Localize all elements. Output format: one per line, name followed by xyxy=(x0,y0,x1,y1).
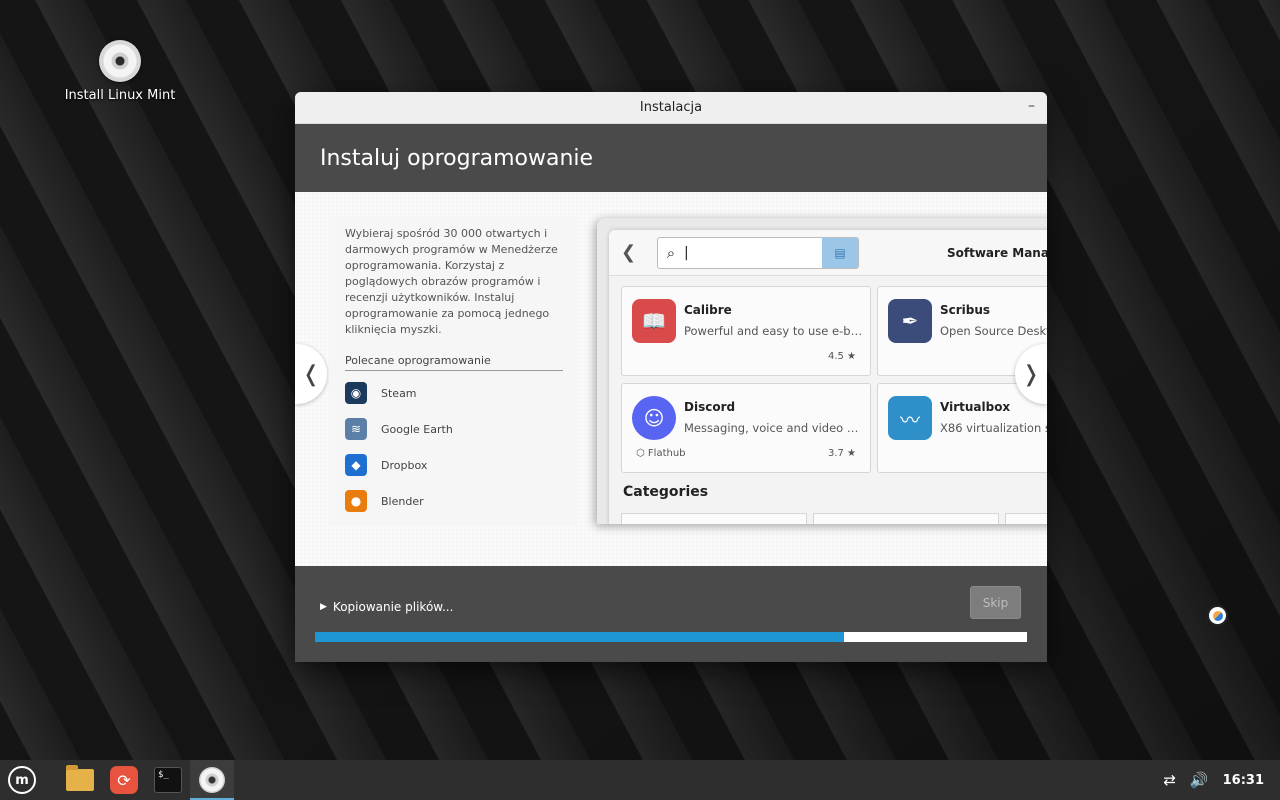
folder-icon xyxy=(66,765,94,791)
slide-info-panel: Wybieraj spośród 30 000 otwartych i darm… xyxy=(329,216,579,526)
app-rating: 3.7 ★ xyxy=(827,448,856,459)
app-description: Open Source Deskto xyxy=(940,324,1047,338)
featured-item-label: Blender xyxy=(381,494,424,508)
virtualbox-icon: 〰 xyxy=(888,396,932,440)
app-source: ⬡ Flathub xyxy=(636,448,686,459)
featured-item-google-earth: ≋ Google Earth xyxy=(345,411,563,447)
disc-icon xyxy=(99,40,141,82)
app-source-label: Flathub xyxy=(647,448,686,459)
search-value: | xyxy=(684,244,689,261)
discord-icon: ☺ xyxy=(632,396,676,440)
slide-description: Wybieraj spośród 30 000 otwartych i darm… xyxy=(345,227,558,336)
status-text: Kopiowanie plików... xyxy=(332,600,454,614)
disc-icon xyxy=(199,767,225,793)
app-rating: 4.5 ★ xyxy=(827,351,856,362)
dropbox-icon: ◆ xyxy=(345,454,367,476)
software-manager-screenshot: ❮ ⌕ | ▤ Software Manag 📖 Calibre Powerfu… xyxy=(597,218,1047,524)
featured-software-list: ◉ Steam ≋ Google Earth ◆ Dropbox ● Blend… xyxy=(345,375,563,519)
progress-bar xyxy=(315,632,1027,642)
featured-item-steam: ◉ Steam xyxy=(345,375,563,411)
app-name: Scribus xyxy=(940,303,991,317)
scribus-icon: ✒ xyxy=(888,299,932,343)
category-tile xyxy=(621,513,807,524)
app-name: Discord xyxy=(684,400,736,414)
app-card-calibre: 📖 Calibre Powerful and easy to use e-bo.… xyxy=(621,286,871,376)
firefox-launcher[interactable]: ⟳ xyxy=(102,760,146,800)
calibre-icon: 📖 xyxy=(632,299,676,343)
minimize-button[interactable]: – xyxy=(1028,98,1035,114)
slideshow: ❬ Wybieraj spośród 30 000 otwartych i da… xyxy=(295,192,1047,566)
featured-item-label: Google Earth xyxy=(381,422,453,436)
installer-taskbar-button[interactable] xyxy=(190,760,234,800)
app-description: Messaging, voice and video cli... xyxy=(684,421,864,435)
taskbar: m ⟳ $_ ⇄ 🔊 16:31 xyxy=(0,760,1280,800)
terminal-icon: $_ xyxy=(154,767,182,793)
update-notifier-icon[interactable] xyxy=(1207,605,1228,626)
app-card-virtualbox: 〰 Virtualbox X86 virtualization so xyxy=(877,383,1047,473)
linux-mint-logo-icon: m xyxy=(8,766,36,794)
featured-software-title: Polecane oprogramowanie xyxy=(345,354,563,371)
flathub-icon: ⬡ xyxy=(636,448,648,459)
search-option-icon: ▤ xyxy=(822,237,858,268)
installer-footer: ▶ Kopiowanie plików... Skip xyxy=(295,566,1047,662)
previous-slide-button[interactable]: ❬ xyxy=(295,344,327,404)
network-disconnected-icon[interactable]: ⇄ xyxy=(1163,771,1176,789)
progress-bar-fill xyxy=(315,632,845,642)
installer-window: Instalacja – Instaluj oprogramowanie ❬ W… xyxy=(295,92,1047,662)
software-manager-toolbar: ❮ ⌕ | ▤ Software Manag xyxy=(609,230,1047,276)
terminal-launcher[interactable]: $_ xyxy=(146,760,190,800)
featured-item-dropbox: ◆ Dropbox xyxy=(345,447,563,483)
featured-item-blender: ● Blender xyxy=(345,483,563,519)
app-name: Calibre xyxy=(684,303,732,317)
category-tile xyxy=(1005,513,1047,524)
expander-triangle-icon[interactable]: ▶ xyxy=(320,602,327,612)
featured-item-label: Steam xyxy=(381,386,417,400)
google-earth-icon: ≋ xyxy=(345,418,367,440)
software-manager-window: ❮ ⌕ | ▤ Software Manag 📖 Calibre Powerfu… xyxy=(609,230,1047,524)
app-description: X86 virtualization so xyxy=(940,421,1047,435)
firefox-icon: ⟳ xyxy=(110,766,138,794)
desktop-icon-label: Install Linux Mint xyxy=(64,88,176,103)
volume-icon[interactable]: 🔊 xyxy=(1190,771,1209,789)
progress-status[interactable]: ▶ Kopiowanie plików... xyxy=(320,600,453,614)
system-tray: ⇄ 🔊 16:31 xyxy=(1163,771,1280,789)
blender-icon: ● xyxy=(345,490,367,512)
back-arrow-icon: ❮ xyxy=(621,242,637,263)
category-tile xyxy=(813,513,999,524)
categories-heading: Categories xyxy=(623,484,709,500)
featured-item-label: Dropbox xyxy=(381,458,428,472)
steam-icon: ◉ xyxy=(345,382,367,404)
menu-button[interactable]: m xyxy=(0,760,44,800)
window-title: Instalacja xyxy=(639,100,703,115)
app-name: Virtualbox xyxy=(940,400,1011,414)
software-search-box: ⌕ | ▤ xyxy=(657,236,859,269)
window-titlebar[interactable]: Instalacja – xyxy=(295,92,1047,124)
app-description: Powerful and easy to use e-bo... xyxy=(684,324,864,338)
page-title: Instaluj oprogramowanie xyxy=(320,145,594,171)
search-icon: ⌕ xyxy=(666,243,676,262)
skip-button[interactable]: Skip xyxy=(970,586,1021,619)
install-linux-mint-desktop-icon[interactable]: Install Linux Mint xyxy=(60,40,180,103)
clock[interactable]: 16:31 xyxy=(1223,773,1264,788)
file-manager-launcher[interactable] xyxy=(58,760,102,800)
installer-header: Instaluj oprogramowanie xyxy=(295,124,1047,192)
app-card-discord: ☺ Discord Messaging, voice and video cli… xyxy=(621,383,871,473)
software-manager-title: Software Manag xyxy=(947,245,1047,260)
